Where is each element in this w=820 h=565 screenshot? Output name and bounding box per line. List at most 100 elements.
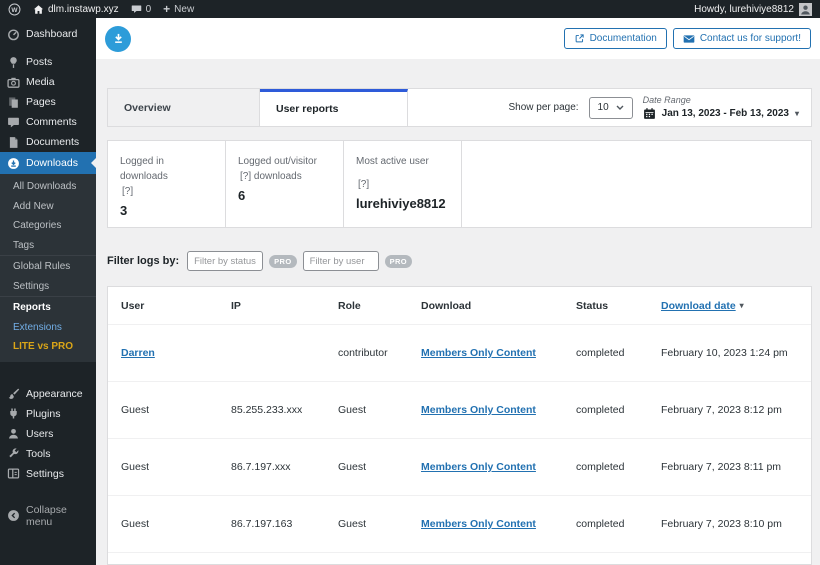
- sidebar-item-label: Settings: [26, 467, 64, 480]
- downloads-submenu: All Downloads Add New Categories Tags Gl…: [0, 174, 96, 362]
- table-row: Guest 86.7.197.xxx Guest Members Only Co…: [108, 438, 811, 495]
- comments-icon: [7, 116, 20, 129]
- download-link[interactable]: Members Only Content: [421, 461, 576, 473]
- stat-value: lurehiviye8812: [356, 196, 446, 211]
- dlm-logo-icon[interactable]: [105, 25, 131, 52]
- caret-down-icon: ▾: [794, 109, 799, 118]
- ip-cell: 85.255.233.xxx: [231, 404, 303, 416]
- contact-support-button[interactable]: Contact us for support!: [672, 28, 811, 49]
- status-cell: completed: [576, 347, 625, 359]
- submenu-lite-vs-pro[interactable]: LITE vs PRO: [0, 337, 96, 357]
- sidebar-item-pages[interactable]: Pages: [0, 92, 96, 112]
- sidebar-item-users[interactable]: Users: [0, 424, 96, 444]
- download-link[interactable]: Members Only Content: [421, 518, 576, 530]
- pages-icon: [7, 96, 20, 109]
- sidebar-item-downloads[interactable]: Downloads: [0, 152, 96, 174]
- sidebar-item-label: Posts: [26, 56, 53, 68]
- admin-bar: W dlm.instawp.xyz 0 + New Howdy, lurehiv…: [0, 0, 820, 18]
- site-link[interactable]: dlm.instawp.xyz: [33, 4, 119, 15]
- content-area: Documentation Contact us for support! Ov…: [96, 18, 820, 565]
- pro-badge[interactable]: PRO: [384, 254, 413, 268]
- tab-overview[interactable]: Overview: [108, 89, 260, 126]
- sidebar-item-media[interactable]: Media: [0, 72, 96, 92]
- pro-badge[interactable]: PRO: [269, 254, 297, 268]
- stat-empty-cell: [462, 141, 811, 227]
- new-content-button[interactable]: + New: [163, 3, 194, 15]
- plus-icon: +: [163, 2, 171, 16]
- col-header-download-date-sort[interactable]: Download date ▾: [661, 300, 811, 312]
- table-row: Guest 86.7.197.163 Guest Members Only Co…: [108, 495, 811, 552]
- stats-cards: Logged in downloads [?] 3 Logged out/vis…: [107, 140, 812, 228]
- filter-label: Filter logs by:: [107, 255, 180, 267]
- submenu-categories[interactable]: Categories: [0, 216, 96, 236]
- help-icon[interactable]: [?]: [120, 184, 213, 199]
- sidebar-item-tools[interactable]: Tools: [0, 444, 96, 464]
- download-link[interactable]: Members Only Content: [421, 347, 576, 359]
- comments-shortcut[interactable]: 0: [131, 3, 152, 15]
- filter-by-status-input[interactable]: [187, 251, 264, 271]
- tools-icon: [7, 447, 20, 460]
- sidebar-item-label: Pages: [26, 96, 56, 108]
- sidebar-item-comments[interactable]: Comments: [0, 112, 96, 132]
- help-icon[interactable]: [?]: [356, 177, 449, 192]
- date-cell: February 7, 2023 8:12 pm: [661, 404, 782, 416]
- col-header-role: Role: [338, 299, 361, 312]
- ip-cell: 86.7.197.163: [231, 518, 293, 530]
- sidebar-item-posts[interactable]: Posts: [0, 52, 96, 72]
- sidebar-item-plugins[interactable]: Plugins: [0, 404, 96, 424]
- tab-user-reports[interactable]: User reports: [260, 89, 408, 126]
- settings-icon: [7, 467, 20, 480]
- stat-most-active-user: Most active user [?] lurehiviye8812: [344, 141, 462, 227]
- date-cell: February 7, 2023 8:11 pm: [661, 461, 782, 473]
- submenu-tags[interactable]: Tags: [0, 236, 96, 256]
- wp-logo-icon[interactable]: W: [8, 3, 21, 16]
- comments-count: 0: [145, 3, 152, 15]
- sidebar-item-label: Downloads: [26, 157, 78, 169]
- submenu-add-new[interactable]: Add New: [0, 197, 96, 217]
- caret-down-icon: [616, 105, 624, 111]
- per-page-value: 10: [597, 102, 609, 113]
- date-range-label: Date Range: [642, 95, 691, 105]
- user-cell: Guest: [121, 404, 150, 416]
- filter-bar: Filter logs by: PRO PRO: [107, 251, 812, 271]
- help-icon[interactable]: [?] downloads: [238, 169, 331, 184]
- download-link[interactable]: Members Only Content: [421, 404, 576, 416]
- account-menu[interactable]: Howdy, lurehiviye8812: [694, 2, 812, 16]
- sidebar-item-appearance[interactable]: Appearance: [0, 384, 96, 404]
- date-cell: February 10, 2023 1:24 pm: [661, 347, 788, 359]
- sidebar-item-label: Plugins: [26, 407, 61, 420]
- stat-label: Logged out/visitor: [238, 156, 317, 167]
- date-cell: February 7, 2023 8:10 pm: [661, 518, 782, 530]
- documentation-button[interactable]: Documentation: [563, 28, 667, 49]
- sidebar-item-label: Comments: [26, 116, 77, 128]
- sidebar-item-settings[interactable]: Settings: [0, 464, 96, 484]
- submenu-reports[interactable]: Reports: [0, 296, 96, 318]
- sidebar-item-label: Media: [26, 76, 55, 88]
- howdy-text: Howdy, lurehiviye8812: [694, 3, 794, 15]
- date-range-picker[interactable]: Date Range Jan 13, 2023 - Feb 13, 2023 ▾: [643, 95, 799, 120]
- table-row-partial: [108, 552, 811, 564]
- col-header-status: Status: [576, 299, 609, 312]
- role-cell: contributor: [338, 347, 388, 359]
- stat-value: 3: [120, 203, 128, 218]
- stat-logged-out-downloads: Logged out/visitor [?] downloads 6: [226, 141, 344, 227]
- col-header-ip: IP: [231, 299, 241, 312]
- role-cell: Guest: [338, 518, 367, 530]
- collapse-menu-button[interactable]: Collapse menu: [0, 504, 96, 528]
- per-page-select[interactable]: 10: [588, 96, 633, 119]
- sidebar-item-dashboard[interactable]: Dashboard: [0, 24, 96, 44]
- collapse-icon: [7, 509, 20, 522]
- user-link[interactable]: Darren: [121, 347, 231, 359]
- sidebar-item-label: Documents: [26, 136, 80, 148]
- filter-by-user-input[interactable]: [302, 251, 379, 271]
- submenu-global-rules[interactable]: Global Rules: [0, 255, 96, 277]
- submenu-all-downloads[interactable]: All Downloads: [0, 177, 96, 197]
- dashboard-icon: [7, 28, 20, 41]
- submenu-extensions[interactable]: Extensions: [0, 318, 96, 338]
- submenu-settings[interactable]: Settings: [0, 277, 96, 297]
- sidebar-item-documents[interactable]: Documents: [0, 132, 96, 152]
- sidebar-item-label: Appearance: [26, 387, 83, 400]
- media-icon: [7, 76, 20, 89]
- user-cell: Guest: [121, 461, 150, 473]
- sidebar-item-label: Dashboard: [26, 28, 78, 40]
